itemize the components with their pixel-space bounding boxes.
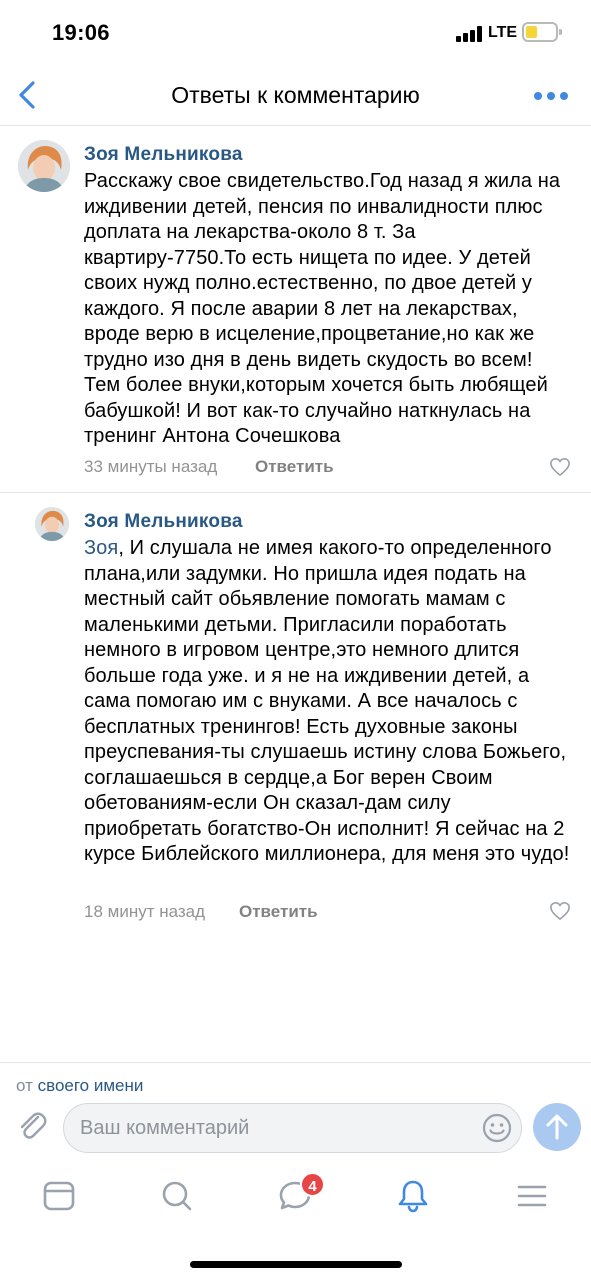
notifications-tab-icon[interactable]: [395, 1178, 431, 1214]
like-heart-icon[interactable]: [549, 901, 571, 921]
status-bar: 19:06 LTE: [0, 0, 591, 66]
messages-badge: 4: [300, 1172, 325, 1197]
tab-bar: [0, 1160, 591, 1230]
news-tab-icon[interactable]: [41, 1178, 77, 1214]
signal-icon: [456, 26, 484, 42]
search-tab-icon[interactable]: [159, 1178, 195, 1214]
comment-input-field[interactable]: [63, 1103, 522, 1153]
comment-author[interactable]: Зоя Мельникова: [84, 144, 243, 166]
post-as-line: от своего имени: [16, 1076, 143, 1096]
reply-button[interactable]: Ответить: [239, 902, 318, 922]
comment: Зоя Мельникова Расскажу свое свидетельст…: [0, 126, 591, 492]
reply-to-mention[interactable]: Зоя: [84, 537, 118, 559]
nav-bar: Ответы к комментарию: [0, 66, 591, 126]
battery-level: [526, 26, 537, 38]
comment-input[interactable]: [80, 1113, 470, 1143]
avatar-photo: [18, 140, 70, 192]
avatar[interactable]: [18, 140, 70, 192]
comment-text: Расскажу свое свидетельство.Год назад я …: [84, 170, 561, 447]
comment-time: 18 минут назад: [84, 902, 206, 921]
emoji-icon[interactable]: [481, 1112, 513, 1144]
comment-text: Зоя, И слушала не имея какого-то определ…: [84, 536, 572, 868]
like-heart-icon[interactable]: [549, 457, 571, 477]
status-time: 19:06: [52, 20, 110, 45]
page-title: Ответы к комментарию: [171, 82, 420, 108]
send-button[interactable]: [533, 1103, 581, 1151]
comment-time: 33 минуты назад: [84, 457, 218, 476]
post-as-selector[interactable]: своего имени: [38, 1076, 144, 1095]
comment-body: , И слушала не имея какого-то определенн…: [84, 537, 570, 865]
composer-divider: [0, 1062, 591, 1063]
comment-author[interactable]: Зоя Мельникова: [84, 511, 243, 533]
battery-icon: [522, 22, 562, 42]
post-as-prefix: от: [16, 1076, 33, 1095]
send-arrow-icon: [546, 1114, 568, 1140]
more-icon[interactable]: [534, 92, 568, 102]
network-type: LTE: [488, 24, 518, 41]
home-indicator[interactable]: [190, 1261, 402, 1268]
comment-reply: Зоя Мельникова Зоя, И слушала не имея ка…: [0, 493, 591, 933]
avatar[interactable]: [35, 507, 69, 541]
reply-button[interactable]: Ответить: [255, 457, 334, 477]
avatar-photo: [35, 507, 69, 541]
attach-icon[interactable]: [14, 1108, 50, 1144]
menu-tab-icon[interactable]: [514, 1178, 550, 1214]
